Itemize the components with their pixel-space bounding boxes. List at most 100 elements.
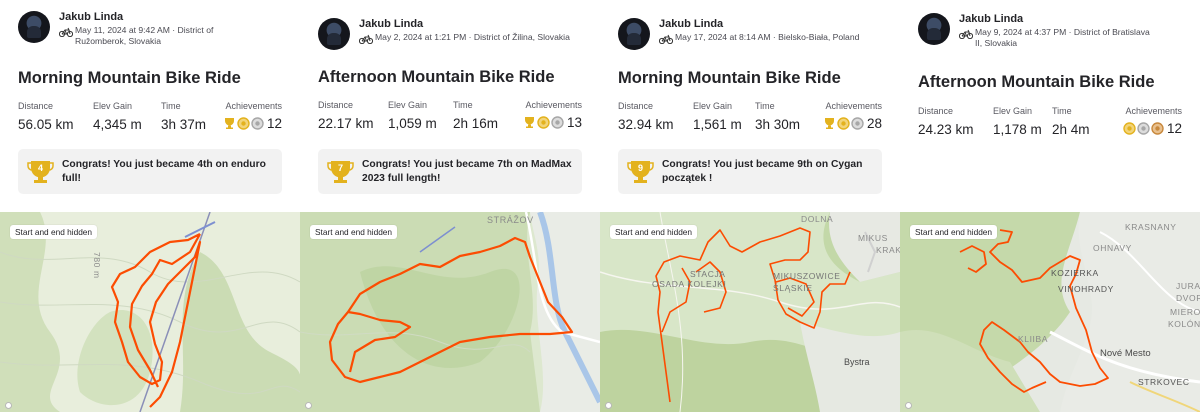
map-place-label: MIKUS xyxy=(858,233,888,243)
avatar[interactable] xyxy=(318,18,350,50)
achievement-medals: 28 xyxy=(823,116,882,131)
athlete-name[interactable]: Jakub Linda xyxy=(959,13,1023,25)
map-place-label: STRKOVEC xyxy=(1138,377,1190,387)
activity-date-location: May 17, 2024 at 8:14 AM · Bielsko-Biała,… xyxy=(675,32,860,42)
activity-stats: Distance 56.05 km Elev Gain 4,345 m Time 3h… xyxy=(18,101,282,135)
congrats-banner[interactable]: 7 Congrats! You just became 7th on MadMa… xyxy=(318,149,582,194)
avatar[interactable] xyxy=(18,11,50,43)
stat-distance: Distance 22.17 km xyxy=(318,100,374,131)
activity-date-location: May 2, 2024 at 1:21 PM · District of Žil… xyxy=(375,32,570,42)
stat-value: 56.05 km xyxy=(18,117,74,132)
stat-value: 4,345 m xyxy=(93,117,142,132)
stat-value: 22.17 km xyxy=(318,116,374,131)
stat-label: Distance xyxy=(18,101,54,111)
trophy-gold-icon xyxy=(524,117,534,128)
map-privacy-tag: Start and end hidden xyxy=(10,225,98,239)
map-place-label: JURA xyxy=(1176,281,1200,291)
stat-value: 3h 37m xyxy=(161,117,207,132)
congrats-banner[interactable]: 9 Congrats! You just became 9th on Cygan… xyxy=(618,149,882,194)
congrats-text: Congrats! You just became 7th on MadMax … xyxy=(362,158,572,184)
mountain-bike-icon xyxy=(959,29,973,39)
map-attribution-icon[interactable] xyxy=(605,402,612,409)
activity-stats: Distance 32.94 km Elev Gain 1,561 m Time 3h… xyxy=(618,101,882,135)
map-attribution-icon[interactable] xyxy=(305,402,312,409)
activity-date-location: May 11, 2024 at 9:42 AM · District of Ru… xyxy=(75,25,214,46)
route-map[interactable]: 780 m Start and end hidden xyxy=(0,212,300,412)
trophy-gold-icon xyxy=(224,118,234,129)
segment-rank: 9 xyxy=(637,163,643,173)
achievement-count: 12 xyxy=(266,116,282,131)
route-map[interactable]: STRÁŽOV Start and end hidden xyxy=(300,212,600,412)
map-privacy-tag: Start and end hidden xyxy=(910,225,998,239)
stat-value: 2h 16m xyxy=(453,116,499,131)
activity-title[interactable]: Morning Mountain Bike Ride xyxy=(18,69,241,88)
map-place-label: KRAK xyxy=(876,245,900,255)
map-place-label: OSADA KOLEJKI xyxy=(652,279,727,289)
avatar[interactable] xyxy=(618,18,650,50)
athlete-name[interactable]: Jakub Linda xyxy=(659,18,723,30)
athlete-name[interactable]: Jakub Linda xyxy=(59,11,123,23)
medal-bronze-icon xyxy=(1151,122,1164,135)
achievement-count: 12 xyxy=(1166,121,1182,136)
activity-card[interactable]: Jakub Linda May 17, 2024 at 8:14 AM · Bi… xyxy=(600,0,900,412)
mountain-bike-icon xyxy=(359,34,373,44)
stat-label: Distance xyxy=(618,101,654,111)
map-place-label: STACJA xyxy=(690,269,726,279)
stat-time: Time 3h 37m xyxy=(161,101,206,132)
stat-value: 1,059 m xyxy=(388,116,437,131)
stat-value: 24.23 km xyxy=(918,122,974,137)
stat-label: Time xyxy=(453,100,473,110)
medal-gold-icon xyxy=(1123,122,1136,135)
medal-silver-icon xyxy=(251,117,264,130)
stat-distance: Distance 32.94 km xyxy=(618,101,674,132)
athlete-name[interactable]: Jakub Linda xyxy=(359,18,423,30)
map-place-label: STRÁŽOV xyxy=(487,215,534,225)
activity-title[interactable]: Afternoon Mountain Bike Ride xyxy=(318,68,555,87)
stat-time: Time 3h 30m xyxy=(755,101,800,132)
map-place-label: Nové Mesto xyxy=(1100,348,1151,359)
map-place-label: KLIIBA xyxy=(1018,334,1049,344)
stat-elev-gain: Elev Gain 1,059 m xyxy=(388,100,437,131)
avatar[interactable] xyxy=(918,13,950,45)
segment-rank: 7 xyxy=(337,163,343,173)
route-map[interactable]: KRASNANY OHNAVY KOZIERKA VINOHRADY JURA … xyxy=(900,212,1200,412)
stat-value: 2h 4m xyxy=(1052,122,1090,137)
map-place-label: KRASNANY xyxy=(1125,222,1177,232)
activity-card[interactable]: Jakub Linda May 9, 2024 at 4:37 PM · Dis… xyxy=(900,0,1200,412)
achievement-medals: 12 xyxy=(223,116,282,131)
achievement-count: 13 xyxy=(566,115,582,130)
medal-gold-icon xyxy=(537,116,550,129)
stat-value: 1,178 m xyxy=(993,122,1042,137)
route-map[interactable]: DOLNA MIKUS KRAK OSADA KOLEJKI STACJA MI… xyxy=(600,212,900,412)
medal-silver-icon xyxy=(851,117,864,130)
activity-card[interactable]: Jakub Linda May 2, 2024 at 1:21 PM · Dis… xyxy=(300,0,600,412)
stat-elev-gain: Elev Gain 1,178 m xyxy=(993,106,1042,137)
stat-distance: Distance 56.05 km xyxy=(18,101,74,132)
congrats-text: Congrats! You just became 9th on Cygan p… xyxy=(662,158,863,184)
stat-achievements[interactable]: Achievements 28 xyxy=(823,101,882,131)
map-attribution-icon[interactable] xyxy=(5,402,12,409)
stat-achievements[interactable]: Achievements 13 xyxy=(523,100,582,130)
activity-card[interactable]: Jakub Linda May 11, 2024 at 9:42 AM · Di… xyxy=(0,0,300,412)
stat-label: Elev Gain xyxy=(693,101,733,111)
stat-achievements[interactable]: Achievements 12 xyxy=(223,101,282,131)
activity-feed: Jakub Linda May 11, 2024 at 9:42 AM · Di… xyxy=(0,0,1200,412)
trophy-gold-icon xyxy=(824,118,834,129)
activity-title[interactable]: Afternoon Mountain Bike Ride xyxy=(918,73,1155,92)
stat-label: Achievements xyxy=(225,101,282,111)
stat-label: Achievements xyxy=(525,100,582,110)
congrats-banner[interactable]: 4 Congrats! You just became 4th on endur… xyxy=(18,149,282,194)
stat-achievements[interactable]: Achievements 12 xyxy=(1123,106,1182,136)
map-attribution-icon[interactable] xyxy=(905,402,912,409)
stat-label: Elev Gain xyxy=(993,106,1033,116)
stat-value: 3h 30m xyxy=(755,117,801,132)
activity-title[interactable]: Morning Mountain Bike Ride xyxy=(618,69,841,88)
stat-value: 1,561 m xyxy=(693,117,742,132)
activity-stats: Distance 22.17 km Elev Gain 1,059 m Time 2h… xyxy=(318,100,582,134)
medal-silver-icon xyxy=(1137,122,1150,135)
map-place-label: OHNAVY xyxy=(1093,243,1132,253)
map-place-label: VINOHRADY xyxy=(1058,284,1114,294)
medal-gold-icon xyxy=(837,117,850,130)
stat-elev-gain: Elev Gain 4,345 m xyxy=(93,101,142,132)
medal-gold-icon xyxy=(237,117,250,130)
